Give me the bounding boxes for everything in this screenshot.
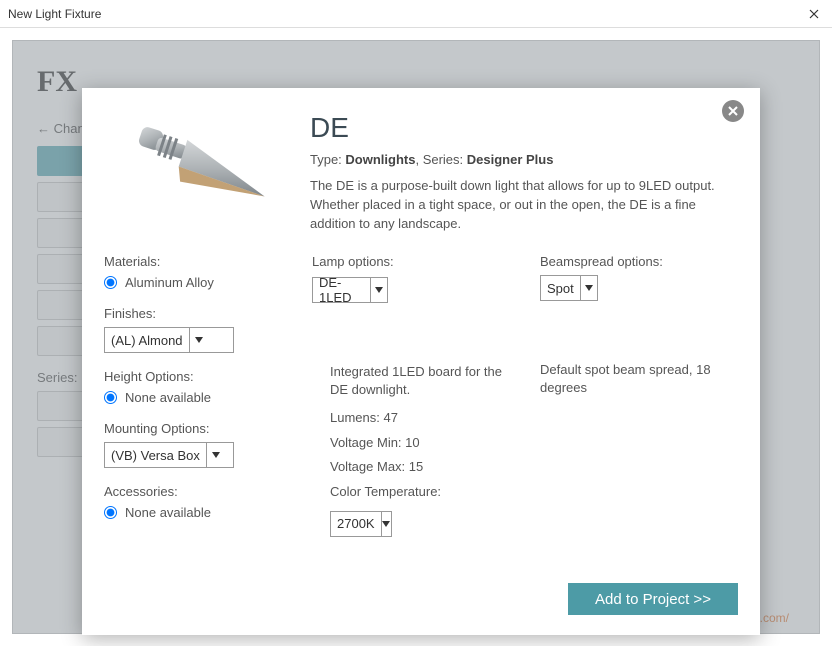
chevron-down-icon [206,443,226,467]
lamp-label: Lamp options: [312,254,522,269]
height-label: Height Options: [104,369,294,384]
beamspread-label: Beamspread options: [540,254,738,269]
color-temp-value: 2700K [331,512,381,537]
finishes-value: (AL) Almond [105,333,189,348]
finishes-label: Finishes: [104,306,294,321]
materials-radio-input[interactable] [104,276,117,289]
chevron-down-icon [381,512,391,536]
accessories-value: None available [125,505,211,520]
materials-label: Materials: [104,254,294,269]
beamspread-value: Spot [541,281,580,296]
product-modal: DE Type: Downlights, Series: Designer Pl… [82,88,760,635]
chevron-down-icon [189,328,209,352]
lamp-select[interactable]: DE-1LED [312,277,388,303]
modal-close-button[interactable] [722,100,744,122]
accessories-radio[interactable]: None available [104,505,294,520]
chevron-down-icon [580,276,597,300]
product-description: The DE is a purpose-built down light tha… [310,177,738,234]
finishes-select[interactable]: (AL) Almond [104,327,234,353]
height-radio-input[interactable] [104,391,117,404]
product-image [104,112,294,242]
spec-voltage-min: Voltage Min: 10 [330,431,522,456]
mounting-label: Mounting Options: [104,421,294,436]
height-value: None available [125,390,211,405]
lamp-value: DE-1LED [313,275,370,305]
product-typeline: Type: Downlights, Series: Designer Plus [310,152,738,167]
lamp-description: Integrated 1LED board for the DE downlig… [330,363,522,398]
materials-value: Aluminum Alloy [125,275,214,290]
beamspread-select[interactable]: Spot [540,275,598,301]
add-to-project-button[interactable]: Add to Project >> [568,583,738,615]
spec-voltage-max: Voltage Max: 15 [330,455,522,480]
accessories-label: Accessories: [104,484,294,499]
height-radio[interactable]: None available [104,390,294,405]
mounting-select[interactable]: (VB) Versa Box [104,442,234,468]
window-close-button[interactable] [804,4,824,24]
accessories-radio-input[interactable] [104,506,117,519]
color-temp-select[interactable]: 2700K [330,511,392,537]
product-title: DE [310,112,738,144]
window-titlebar: New Light Fixture [0,0,832,28]
color-temp-label: Color Temperature: [330,480,522,505]
window-title: New Light Fixture [8,7,101,21]
spec-lumens: Lumens: 47 [330,406,522,431]
materials-radio[interactable]: Aluminum Alloy [104,275,294,290]
chevron-down-icon [370,278,387,302]
beamspread-description: Default spot beam spread, 18 degrees [540,301,738,396]
mounting-value: (VB) Versa Box [105,448,206,463]
